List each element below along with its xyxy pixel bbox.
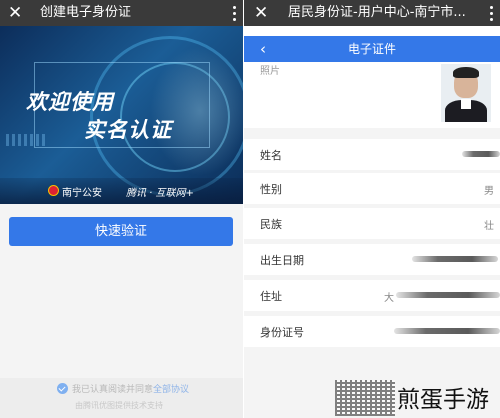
close-icon[interactable]: ✕ xyxy=(8,2,22,24)
left-title-bar: ✕ 创建电子身份证 xyxy=(0,0,243,26)
agreement-footer: 我已认真阅读并同意全部协议 由腾讯优图提供技术支持 xyxy=(0,378,243,418)
nav-bar: ‹ 电子证件 xyxy=(244,36,500,62)
field-value: 壮 xyxy=(484,221,494,232)
redacted-value xyxy=(394,328,500,334)
redacted-value xyxy=(462,151,500,157)
field-row-name: 姓名 xyxy=(244,139,500,170)
field-row-ethnicity: 民族 壮 xyxy=(244,208,500,239)
page-title: 创建电子身份证 xyxy=(40,5,132,20)
field-row-address: 住址 大 xyxy=(244,280,500,311)
agree-checkbox-icon[interactable] xyxy=(57,383,68,394)
watermark-text: 煎蛋手游 xyxy=(397,387,489,413)
field-label: 身份证号 xyxy=(260,326,304,339)
field-label: 出生日期 xyxy=(260,254,304,267)
more-menu-icon[interactable] xyxy=(229,4,239,22)
welcome-banner: 欢迎使用 实名认证 南宁公安 腾讯 · 互联网+ xyxy=(0,26,243,204)
photo-section: 照片 xyxy=(244,62,500,128)
field-label: 住址 xyxy=(260,290,282,303)
nav-title: 电子证件 xyxy=(347,42,396,56)
right-phone-screen: ✕ 居民身份证-用户中心-南宁市... ‹ 电子证件 照片 姓名 性别 男 民族… xyxy=(244,0,500,418)
tencent-logo-text: 腾讯 · 互联网+ xyxy=(126,188,194,199)
field-value: 男 xyxy=(484,186,494,197)
tech-support-text: 由腾讯优图提供技术支持 xyxy=(75,401,163,410)
redacted-value xyxy=(412,256,498,262)
right-title-bar: ✕ 居民身份证-用户中心-南宁市... xyxy=(244,0,500,26)
banner-headline-1: 欢迎使用 xyxy=(26,90,114,114)
id-photo xyxy=(441,64,491,122)
field-value: 大 xyxy=(384,293,394,304)
banner-headline-2: 实名认证 xyxy=(84,118,172,142)
field-label: 民族 xyxy=(260,218,282,231)
quick-verify-button[interactable]: 快速验证 xyxy=(9,217,233,246)
banner-footer xyxy=(0,178,243,204)
field-row-gender: 性别 男 xyxy=(244,173,500,204)
status-gap xyxy=(244,26,500,36)
close-icon[interactable]: ✕ xyxy=(254,2,268,24)
agreement-link[interactable]: 全部协议 xyxy=(153,385,189,395)
qr-code-icon xyxy=(335,380,395,416)
field-label: 姓名 xyxy=(260,149,282,162)
watermark: 煎蛋手游 xyxy=(333,378,500,418)
police-logo-text: 南宁公安 xyxy=(62,188,102,199)
agreement-text: 我已认真阅读并同意全部协议 xyxy=(72,385,190,395)
left-phone-screen: ✕ 创建电子身份证 欢迎使用 实名认证 南宁公安 腾讯 · 互联网+ 快速验证 … xyxy=(0,0,243,418)
page-title: 居民身份证-用户中心-南宁市... xyxy=(288,5,466,20)
field-label: 性别 xyxy=(260,183,282,196)
more-menu-icon[interactable] xyxy=(486,4,496,22)
photo-label: 照片 xyxy=(260,66,280,77)
redacted-value xyxy=(396,292,500,298)
police-badge-icon xyxy=(48,185,59,196)
field-row-id-number: 身份证号 xyxy=(244,316,500,347)
field-row-birthdate: 出生日期 xyxy=(244,244,500,275)
